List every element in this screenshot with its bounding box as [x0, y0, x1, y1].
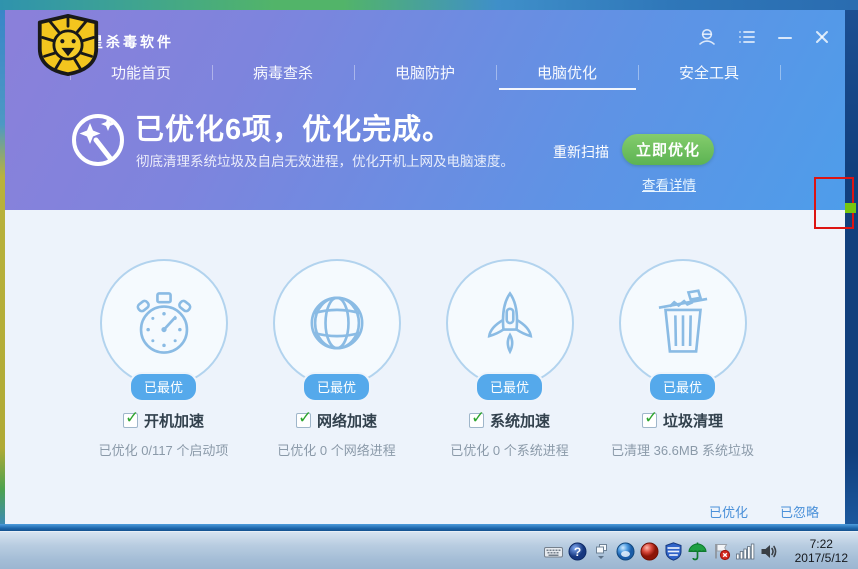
- network-signal-icon[interactable]: [735, 541, 756, 562]
- minimize-icon[interactable]: [777, 29, 793, 45]
- nav-tabs: 功能首页 病毒查杀 电脑防护 电脑优化 安全工具: [5, 54, 845, 90]
- card-network-acceleration: 已最优 网络加速 已优化 0 个网络进程: [250, 259, 423, 500]
- card-boot-acceleration: 已最优 开机加速 已优化 0/117 个启动项: [77, 259, 250, 500]
- clock-date: 2017/5/12: [795, 551, 848, 565]
- help-icon[interactable]: ?: [567, 541, 588, 562]
- keyboard-icon[interactable]: [543, 541, 564, 562]
- banner-title: 已优化6项，优化完成。: [135, 106, 452, 148]
- card-system-acceleration: 已最优 系统加速 已优化 0 个系统进程: [423, 259, 596, 500]
- card-title: 开机加速: [144, 410, 204, 431]
- menu-list-icon[interactable]: [738, 28, 756, 46]
- window-controls: [697, 27, 830, 47]
- card-title: 垃圾清理: [663, 410, 723, 431]
- status-badge: 已最优: [475, 372, 544, 402]
- show-hidden-icon[interactable]: [591, 541, 612, 562]
- card-junk-cleaning: 已最优 垃圾清理 已清理 36.6MB 系统垃圾: [596, 259, 769, 500]
- user-icon[interactable]: [697, 27, 717, 47]
- tab-pc-optimization[interactable]: 电脑优化: [497, 54, 638, 90]
- globe-icon: [302, 288, 372, 358]
- optimize-now-button[interactable]: 立即优化: [622, 134, 714, 165]
- card-circle: [619, 259, 747, 387]
- card-circle: [273, 259, 401, 387]
- volume-icon[interactable]: [759, 541, 780, 562]
- nav-separator: [780, 65, 781, 80]
- card-checkbox[interactable]: [296, 413, 311, 428]
- optimization-cards: 已最优 开机加速 已优化 0/117 个启动项 已最优: [5, 210, 845, 500]
- status-badge: 已最优: [302, 372, 371, 402]
- firewall-shield-icon[interactable]: [663, 541, 684, 562]
- action-center-flag-icon[interactable]: [711, 541, 732, 562]
- card-title: 网络加速: [317, 410, 377, 431]
- card-subtitle: 已优化 0 个系统进程: [450, 440, 568, 459]
- antivirus-umbrella-icon[interactable]: [687, 541, 708, 562]
- taskbar: ?: [0, 531, 858, 569]
- app-window: 瑞星杀毒软件: [5, 10, 845, 524]
- red-ball-icon[interactable]: [639, 541, 660, 562]
- messenger-ball-icon[interactable]: [615, 541, 636, 562]
- lion-shield-logo: [33, 13, 103, 77]
- tab-security-tools[interactable]: 安全工具: [639, 54, 780, 90]
- tab-pc-protection[interactable]: 电脑防护: [355, 54, 496, 90]
- stopwatch-icon: [129, 288, 199, 358]
- svg-text:?: ?: [573, 545, 580, 559]
- taskbar-clock[interactable]: 7:22 2017/5/12: [795, 537, 852, 565]
- ignored-link[interactable]: 已忽略: [780, 502, 819, 521]
- card-title: 系统加速: [490, 410, 550, 431]
- card-circle: [100, 259, 228, 387]
- optimized-link[interactable]: 已优化: [709, 502, 748, 521]
- magic-wand-icon: [70, 112, 126, 168]
- footer-links: 已优化 已忽略: [709, 502, 819, 521]
- status-badge: 已最优: [648, 372, 717, 402]
- rescan-link[interactable]: 重新扫描: [553, 142, 609, 162]
- screen: 瑞星杀毒软件: [0, 0, 858, 569]
- app-header: 瑞星杀毒软件: [5, 10, 845, 210]
- card-circle: [446, 259, 574, 387]
- card-checkbox[interactable]: [642, 413, 657, 428]
- clock-time: 7:22: [795, 537, 848, 551]
- window-bottom-border: [0, 524, 858, 531]
- view-details-link[interactable]: 查看详情: [641, 174, 697, 194]
- titlebar: 瑞星杀毒软件: [5, 10, 845, 54]
- card-subtitle: 已优化 0 个网络进程: [277, 440, 395, 459]
- desktop-wallpaper-right: [845, 10, 858, 531]
- card-checkbox[interactable]: [123, 413, 138, 428]
- status-badge: 已最优: [129, 372, 198, 402]
- trash-icon: [648, 288, 718, 358]
- system-tray: ?: [543, 532, 852, 569]
- annotation-green-marker: [845, 203, 856, 213]
- close-icon[interactable]: [814, 29, 830, 45]
- rocket-icon: [475, 288, 545, 358]
- card-subtitle: 已清理 36.6MB 系统垃圾: [611, 440, 754, 459]
- tab-virus-scan[interactable]: 病毒查杀: [213, 54, 354, 90]
- banner-subtitle: 彻底清理系统垃圾及自启无效进程，优化开机上网及电脑速度。: [136, 150, 514, 170]
- desktop-wallpaper-top: [0, 0, 858, 10]
- card-subtitle: 已优化 0/117 个启动项: [99, 440, 229, 459]
- optimization-banner: 已优化6项，优化完成。 彻底清理系统垃圾及自启无效进程，优化开机上网及电脑速度。…: [5, 90, 845, 210]
- card-checkbox[interactable]: [469, 413, 484, 428]
